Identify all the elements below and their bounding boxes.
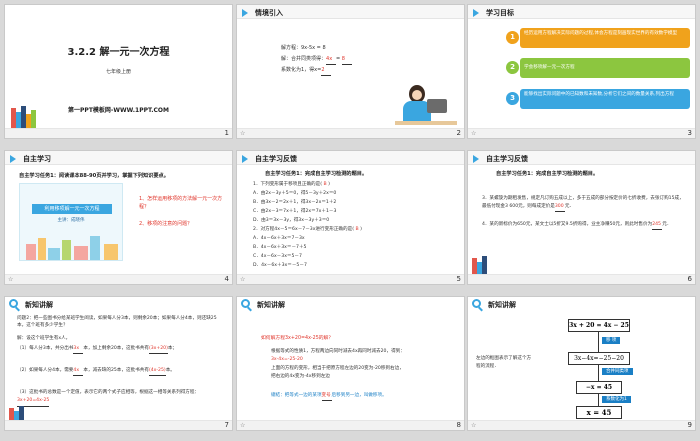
- lesson-card-title: 利用移项解一元一次方程: [32, 204, 112, 214]
- solution-step-1: （1）每人分3本，共分出书3x 本，加上剩余20本，这批书共有(3x+20)本；: [17, 345, 222, 355]
- star-icon: ☆: [8, 276, 14, 283]
- star-icon: ☆: [240, 130, 246, 137]
- heading-arrow-icon: [473, 9, 479, 17]
- slide-credit: 第一PPT模板网-WWW.1PPT.COM: [68, 107, 169, 114]
- slide-thumbnail-8[interactable]: 新知讲解 如何解方程3x+20=4x-25的解？ 根据等式的性质1，方程两边向同…: [236, 296, 465, 431]
- slide-number: 7: [224, 421, 229, 429]
- lesson-card-subtitle: 主讲：成晓伟: [57, 218, 85, 223]
- goal-item-2: 学会移项解一元一次方程: [520, 58, 690, 78]
- problem-4: 4．某的新标价为650元，某文士以5折又9.5折购得，业主净赚50元，则此时售价…: [482, 221, 686, 230]
- section-heading: 自主学习反馈: [486, 155, 528, 163]
- flow-label-1: 移 项: [602, 337, 621, 344]
- flow-label-2: 合并同类项: [602, 368, 633, 375]
- section-heading: 学习目标: [486, 9, 514, 17]
- section-heading: 自主学习: [23, 155, 51, 163]
- quiz-line: A．由2x－3y＋5＝0，得5－3y＋2x＝0: [253, 191, 337, 196]
- heading-arrow-icon: [242, 9, 248, 17]
- books-illustration: [11, 106, 37, 128]
- star-icon: ☆: [240, 422, 246, 429]
- slide-number: 2: [456, 129, 461, 137]
- explanation-1: 根据等式的性质1，方程两边向同时减去4x再同时减去20，得到：: [271, 349, 405, 354]
- city-illustration: [20, 234, 122, 260]
- explanation-2: 上面的方程的变形，相当于把原方程左边的20变为-20移到右边，: [271, 366, 404, 371]
- equation-line-2: 解：合并同类项得：4x = 8: [281, 56, 352, 65]
- slide-thumbnail-7[interactable]: 新知讲解 问题2：把一些图书分给某班学生阅读，如果每人分3本，则剩余20本；如果…: [4, 296, 233, 431]
- slide-thumbnail-5[interactable]: 自主学习反馈 自主学习任务1：完成自主学习检测的题目。 1．下列变形属于移项且正…: [236, 150, 465, 285]
- quiz-line: B．由3x－2＝2x＋1，得3x－2x＝1＋2: [253, 200, 337, 205]
- solution-intro: 解：设这个班学生有x人，: [17, 336, 71, 341]
- books-illustration: [9, 406, 29, 420]
- star-icon: ☆: [471, 130, 477, 137]
- slide-number: 8: [456, 421, 461, 429]
- magnifier-icon: [9, 299, 18, 308]
- slide-number: 1: [224, 129, 229, 137]
- flow-step-3: −x = 45: [576, 381, 622, 394]
- slide-thumbnail-2[interactable]: 情境引入 解方程：9x-5x = 8 解：合并同类项得：4x = 8 系数化为1，…: [236, 4, 465, 139]
- slide-number: 6: [687, 275, 692, 283]
- slide-number: 5: [456, 275, 461, 283]
- section-heading: 自主学习反馈: [255, 155, 297, 163]
- goal-item-3: 能够找出实际问题中的已知数和未知数,分析它们之间的数量关系,列出方程: [520, 89, 690, 109]
- flow-step-1: 3x + 20 = 4x − 25: [568, 319, 630, 332]
- flow-step-4: x = 45: [576, 406, 622, 419]
- slide-number: 4: [224, 275, 229, 283]
- magnifier-icon: [472, 299, 481, 308]
- flow-step-2: 3x−4x=−25−20: [568, 352, 630, 365]
- slide-number: 9: [687, 421, 692, 429]
- slide-thumbnail-4[interactable]: 自主学习 自主学习任务1：阅读课本88-90页并学习，掌握下列知识要点。 利用移…: [4, 150, 233, 285]
- slide-subtitle: 七年级上册: [105, 69, 131, 75]
- slide-title: 3.2.2 解一元一次方程: [67, 47, 170, 58]
- equation-line-3: 系数化为1，得x=2: [281, 67, 332, 76]
- quiz-line: C．由2x－3＝7x＋1，得2x＝7x＋1－3: [253, 209, 337, 214]
- section-heading: 新知讲解: [25, 301, 53, 309]
- quiz-list: 1．下列变形属于移项且正确的是( B ) A．由2x－3y＋5＝0，得5－3y＋…: [253, 180, 362, 270]
- goal-number-1: 1: [506, 31, 519, 44]
- heading-arrow-icon: [473, 155, 479, 163]
- flow-label-3: 系数化为1: [602, 396, 631, 403]
- task-text: 自主学习任务1：完成自主学习检测的题目。: [265, 171, 368, 177]
- task-text: 自主学习任务1：阅读课本88-90页并学习，掌握下列知识要点。: [19, 173, 169, 179]
- goal-number-3: 3: [506, 92, 519, 105]
- question-2: 2、移项的注意的问题？: [139, 221, 193, 227]
- solution-step-3: （3）这批书的总数是一个定值，表示它的两个式子应相等，根据这一相等关系列得方程：…: [17, 389, 222, 407]
- equation-result: 3x-4x=-25-20: [271, 357, 303, 362]
- star-icon: ☆: [240, 276, 246, 283]
- slide-thumbnail-9[interactable]: 新知讲解 左边的框图表示了解这个方程的流程． 3x + 20 = 4x − 25…: [467, 296, 696, 431]
- summary-note: 總結：把等式一边的某项变号后移到另一边，叫做移项。: [271, 393, 387, 401]
- goal-number-2: 2: [506, 61, 519, 74]
- heading-arrow-icon: [10, 155, 16, 163]
- slide-thumbnail-6[interactable]: 自主学习反馈 自主学习任务1：完成自主学习检测的题目。 3．某螺旋为期租发售，规…: [467, 150, 696, 285]
- quiz-line: C．4x－6x－3x＝5－7: [253, 254, 302, 259]
- quiz-line: A．4x－6x＋3x＝7－3x: [253, 236, 305, 241]
- lesson-card: 利用移项解一元一次方程 主讲：成晓伟: [19, 183, 123, 261]
- section-heading: 新知讲解: [257, 301, 285, 309]
- question-text: 如何解方程3x+20=4x-25的解？: [261, 336, 334, 341]
- slide-number: 3: [687, 129, 692, 137]
- student-laptop-illustration: [395, 85, 457, 129]
- slide-thumbnail-1[interactable]: 3.2.2 解一元一次方程 七年级上册 第一PPT模板网-WWW.1PPT.CO…: [4, 4, 233, 139]
- solution-step-2: （2）如果每人分4本，需要4x 本，减去缺的25本，这批书共有(4x-25)本。: [17, 367, 222, 377]
- equation-line-1: 解方程：9x-5x = 8: [281, 45, 326, 51]
- problem-text: 问题2：把一些图书分给某班学生阅读，如果每人分3本，则剩余20本；如果每人分4本…: [17, 316, 217, 329]
- slide-thumbnail-3[interactable]: 学习目标 1 经历运用方程解决实际问题的过程,体会方程是刻画现实世界的有效数学模…: [467, 4, 696, 139]
- slide-sorter-grid: 3.2.2 解一元一次方程 七年级上册 第一PPT模板网-WWW.1PPT.CO…: [0, 0, 700, 441]
- problem-3: 3．某螺旋为期租发售，规定凡订购五成以上，多于五成的部分按定价的七折收费，去张订…: [482, 195, 686, 212]
- explanation-3: 把右边的4x变为-4x移到左边: [271, 374, 330, 379]
- star-icon: ☆: [471, 422, 477, 429]
- quiz-line: 1．下列变形属于移项且正确的是( B ): [253, 182, 330, 187]
- quiz-line: D．由3＝3x－3y，得3x－3y＋3＝0: [253, 218, 330, 223]
- goal-item-1: 经历运用方程解决实际问题的过程,体会方程是刻画现实世界的有效数学模型: [520, 28, 690, 48]
- question-1: 1、怎样运用移项的方法解一元一次方程？: [139, 196, 223, 210]
- flow-caption: 左边的框图表示了解这个方程的流程．: [476, 356, 532, 369]
- task-text: 自主学习任务1：完成自主学习检测的题目。: [496, 171, 599, 177]
- books-illustration: [472, 256, 492, 274]
- quiz-line: B．4x－6x＋3x＝－7＋5: [253, 245, 307, 250]
- quiz-line: D．4x－6x＋3x＝－5－7: [253, 263, 307, 268]
- section-heading: 情境引入: [255, 9, 283, 17]
- heading-arrow-icon: [242, 155, 248, 163]
- section-heading: 新知讲解: [488, 301, 516, 309]
- quiz-line: 2．对方程4x－5＝6x－7－3x进行变形正确的是( B ): [253, 227, 362, 232]
- magnifier-icon: [241, 299, 250, 308]
